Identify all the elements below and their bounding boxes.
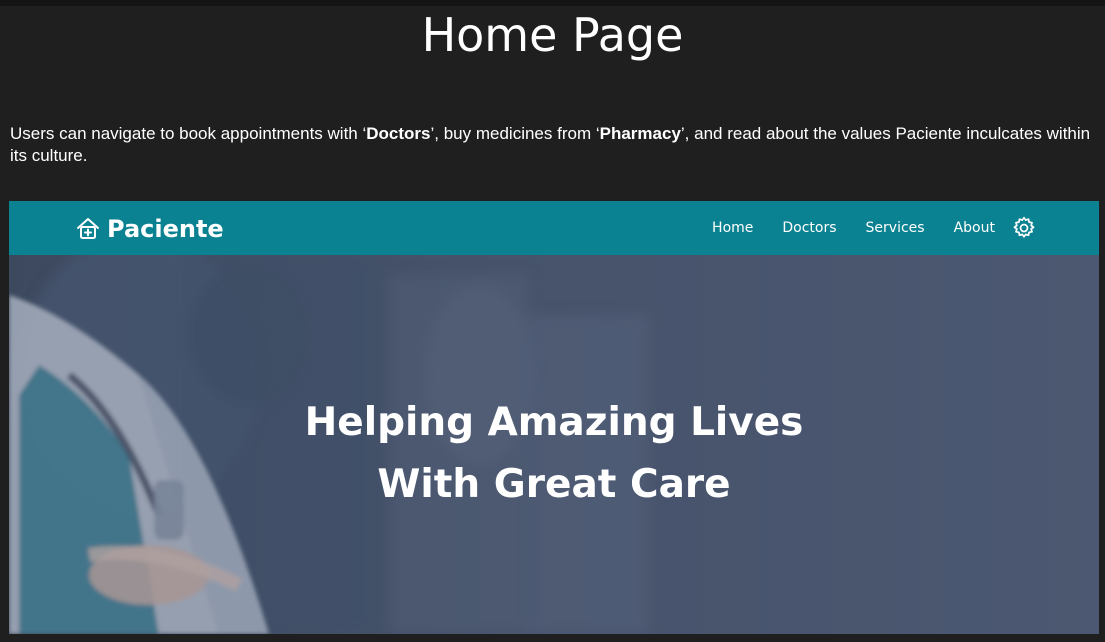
nav-item-services[interactable]: Services [866, 220, 925, 236]
slide-description: Users can navigate to book appointments … [10, 123, 1095, 167]
hospital-plus-icon [77, 218, 99, 239]
brand-name: Paciente [107, 215, 224, 243]
hero-section: Helping Amazing Lives With Great Care [9, 255, 1099, 634]
hero-headline-line-2: With Great Care [377, 462, 731, 507]
site-nav: Home Doctors Services About [683, 201, 1037, 255]
description-bold-doctors: Doctors [366, 124, 431, 143]
hero-headline-line-1: Helping Amazing Lives [304, 400, 804, 445]
description-text-1: Users can navigate to book appointments … [10, 124, 367, 143]
gear-icon[interactable] [1011, 215, 1037, 241]
site-brand[interactable]: Paciente [75, 209, 224, 249]
site-navbar: Paciente Home Doctors Services About [9, 201, 1099, 255]
website-screenshot: Paciente Home Doctors Services About Hel… [9, 201, 1099, 634]
hero-headline: Helping Amazing Lives With Great Care [9, 392, 1099, 516]
description-bold-pharmacy: Pharmacy [599, 124, 681, 143]
nav-item-about[interactable]: About [954, 220, 995, 236]
slide-title: Home Page [421, 8, 684, 62]
description-text-2: ’, buy medicines from ‘ [430, 124, 600, 143]
nav-item-home[interactable]: Home [712, 220, 753, 236]
window-top-bar [0, 0, 1105, 6]
nav-item-doctors[interactable]: Doctors [782, 220, 836, 236]
